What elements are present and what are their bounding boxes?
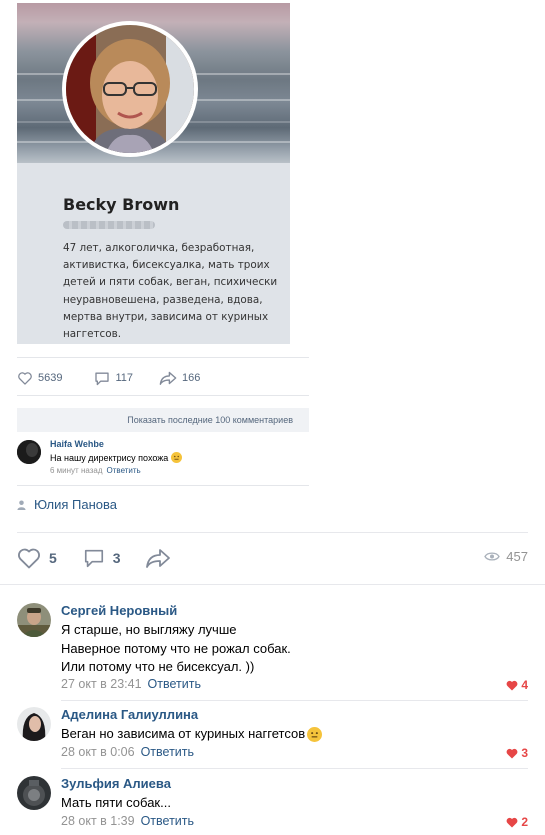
comment-text: На нашу директрису похожа: [50, 452, 183, 463]
profile-bio: 47 лет, алкоголичка, безработная, активи…: [63, 242, 278, 341]
eye-icon: [484, 552, 501, 561]
comment-text: Веган но зависима от куриных наггетсов: [61, 725, 323, 744]
share-button[interactable]: [145, 548, 179, 568]
comment-like-count: 2: [521, 815, 528, 829]
like-count: 5: [49, 550, 57, 566]
avatar[interactable]: [17, 440, 41, 464]
divider: [17, 357, 309, 358]
comment-like-button[interactable]: 4: [506, 678, 528, 692]
embedded-comment: Haifa Wehbe На нашу директрису похожа 6 …: [17, 437, 309, 481]
post-signer[interactable]: Юлия Панова: [17, 497, 117, 512]
comment-like-count: 3: [521, 746, 528, 760]
comment-time: 6 минут назад: [50, 466, 103, 475]
comment-icon: [84, 549, 103, 568]
comment-like-button[interactable]: 3: [506, 746, 528, 760]
blurred-handle: [63, 221, 155, 229]
comment: Зульфия Алиева Мать пяти собак... 28 окт…: [17, 776, 528, 832]
embedded-share-count: 166: [182, 372, 201, 384]
embedded-like-button[interactable]: 5639: [17, 371, 62, 385]
comment-time[interactable]: 28 окт в 0:06: [61, 745, 135, 759]
reply-link[interactable]: Ответить: [141, 814, 194, 828]
comment-meta: 6 минут назад Ответить: [50, 466, 141, 475]
heart-icon: [506, 817, 518, 827]
like-button[interactable]: 5: [17, 547, 57, 569]
comment-time[interactable]: 28 окт в 1:39: [61, 814, 135, 828]
signer-name: Юлия Панова: [34, 497, 118, 512]
show-more-comments-link[interactable]: Показать последние 100 комментариев: [17, 408, 309, 432]
profile-avatar: [62, 21, 198, 157]
comment-meta: 27 окт в 23:41 Ответить: [61, 677, 201, 691]
comment-line: Или потому что не бисексуал. )): [61, 659, 255, 674]
divider: [17, 532, 528, 533]
divider: [61, 768, 528, 769]
comment: Аделина Галиуллина Веган но зависима от …: [17, 707, 528, 765]
comment-author[interactable]: Сергей Неровный: [61, 603, 177, 618]
heart-icon: [506, 680, 518, 690]
profile-card-image: Becky Brown 47 лет, алкоголичка, безрабо…: [17, 3, 290, 344]
reply-link[interactable]: Ответить: [141, 745, 194, 759]
comment-text: Я старше, но выгляжу лучше Наверное пото…: [61, 621, 291, 677]
views-count: 457: [506, 549, 528, 564]
divider: [17, 395, 309, 396]
divider: [61, 700, 528, 701]
user-icon: [17, 500, 26, 510]
smile-emoji-icon: [307, 726, 323, 742]
heart-icon: [506, 748, 518, 758]
embedded-share-button[interactable]: 166: [159, 371, 200, 385]
heart-icon: [18, 548, 40, 569]
comment-icon: [95, 372, 110, 385]
comment-author[interactable]: Аделина Галиуллина: [61, 707, 198, 722]
comment-meta: 28 окт в 0:06 Ответить: [61, 745, 194, 759]
comment-line: Я старше, но выгляжу лучше: [61, 622, 237, 637]
comment-count: 3: [112, 550, 121, 566]
reply-link[interactable]: Ответить: [107, 466, 141, 475]
avatar[interactable]: [17, 603, 51, 637]
comment-author[interactable]: Зульфия Алиева: [61, 776, 171, 791]
share-icon: [145, 549, 170, 568]
views-counter: 457: [484, 549, 528, 564]
comment-line: Наверное потому что не рожал собак.: [61, 640, 291, 656]
comment-like-button[interactable]: 2: [506, 815, 528, 829]
heart-icon: [18, 372, 32, 385]
comment-button[interactable]: 3: [83, 547, 121, 569]
avatar[interactable]: [17, 707, 51, 741]
comment-author[interactable]: Haifa Wehbe: [50, 439, 104, 449]
embedded-like-count: 5639: [38, 372, 63, 384]
comment-text-content: На нашу директрису похожа: [50, 452, 169, 463]
comment-line: Мать пяти собак...: [61, 795, 171, 810]
comment-line: Веган но зависима от куриных наггетсов: [61, 726, 306, 741]
profile-name: Becky Brown: [63, 195, 180, 214]
post-actions: 5 3 457: [17, 545, 528, 571]
avatar[interactable]: [17, 776, 51, 810]
comment: Сергей Неровный Я старше, но выгляжу луч…: [17, 603, 528, 695]
comment-time[interactable]: 27 окт в 23:41: [61, 677, 142, 691]
embedded-comment-count: 117: [115, 372, 134, 384]
comment-text: Мать пяти собак...: [61, 794, 171, 813]
comment-meta: 28 окт в 1:39 Ответить: [61, 814, 194, 828]
divider: [17, 485, 309, 486]
smile-emoji-icon: [171, 452, 183, 463]
embedded-post-actions: 5639 117 166: [17, 369, 214, 387]
share-icon: [159, 371, 177, 385]
divider: [0, 584, 545, 585]
comment-like-count: 4: [521, 678, 528, 692]
reply-link[interactable]: Ответить: [148, 677, 201, 691]
embedded-comment-button[interactable]: 117: [94, 371, 133, 386]
